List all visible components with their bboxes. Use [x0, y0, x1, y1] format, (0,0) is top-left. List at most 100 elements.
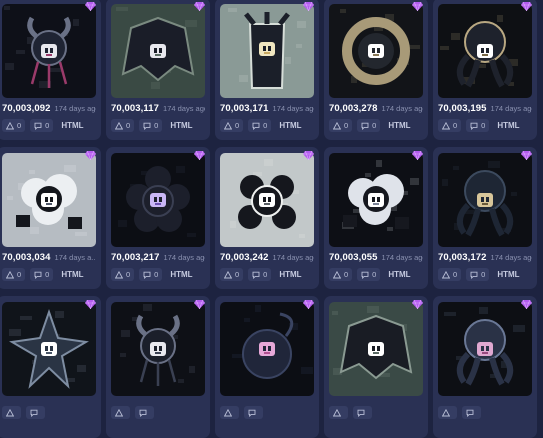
nft-card[interactable]	[433, 296, 537, 438]
nft-card[interactable]: 70,003,034 174 days a... 0 0 HTML	[0, 147, 101, 289]
token-id[interactable]: 70,003,278	[329, 103, 378, 114]
comment-button[interactable]: 0	[139, 119, 163, 132]
comment-icon	[466, 409, 474, 417]
like-count: 0	[453, 121, 458, 130]
comment-button[interactable]	[462, 406, 481, 419]
like-button[interactable]	[329, 406, 348, 419]
comment-button[interactable]: 0	[357, 268, 381, 281]
like-count: 0	[453, 270, 458, 279]
creature-thumbnail[interactable]	[329, 153, 423, 247]
like-icon	[115, 270, 123, 278]
html-link[interactable]: HTML	[276, 270, 304, 279]
card-actions	[2, 406, 96, 419]
like-button[interactable]: 0	[438, 119, 462, 132]
creature-thumbnail[interactable]	[438, 4, 532, 98]
nft-card[interactable]: 70,003,195 174 days ago 0 0 HTML	[433, 0, 537, 140]
creature-thumbnail[interactable]	[220, 153, 314, 247]
nft-card[interactable]	[106, 296, 210, 438]
like-button[interactable]: 0	[220, 119, 244, 132]
creature-thumbnail[interactable]	[220, 4, 314, 98]
comment-button[interactable]: 0	[30, 268, 54, 281]
comment-button[interactable]: 0	[248, 119, 272, 132]
minted-age: 174 days ago	[381, 253, 423, 262]
like-button[interactable]	[438, 406, 457, 419]
html-link[interactable]: HTML	[58, 270, 86, 279]
nft-card[interactable]: 70,003,055 174 days ago 0 0 HTML	[324, 147, 428, 289]
like-button[interactable]: 0	[2, 268, 26, 281]
token-id[interactable]: 70,003,172	[438, 252, 487, 263]
token-id[interactable]: 70,003,171	[220, 103, 269, 114]
comment-icon	[361, 122, 369, 130]
creature-thumbnail[interactable]	[111, 153, 205, 247]
nft-card[interactable]: 70,003,242 174 days ago 0 0 HTML	[215, 147, 319, 289]
comment-button[interactable]	[135, 406, 154, 419]
like-icon	[224, 121, 232, 129]
minted-age: 174 days a...	[54, 253, 96, 262]
html-link[interactable]: HTML	[385, 270, 413, 279]
comment-button[interactable]: 0	[30, 119, 54, 132]
creature-thumbnail[interactable]	[2, 302, 96, 396]
comment-button[interactable]: 0	[466, 268, 490, 281]
creature-image	[111, 4, 205, 98]
comment-count: 0	[154, 270, 159, 279]
html-link[interactable]: HTML	[494, 270, 522, 279]
token-id[interactable]: 70,003,055	[329, 252, 378, 263]
creature-thumbnail[interactable]	[2, 4, 96, 98]
like-button[interactable]	[2, 406, 21, 419]
creature-thumbnail[interactable]	[329, 302, 423, 396]
like-button[interactable]: 0	[220, 268, 244, 281]
creature-image	[220, 153, 314, 247]
html-link[interactable]: HTML	[494, 121, 522, 130]
comment-button[interactable]: 0	[357, 119, 381, 132]
html-link[interactable]: HTML	[276, 121, 304, 130]
nft-card[interactable]: 70,003,278 174 days ago 0 0 HTML	[324, 0, 428, 140]
creature-thumbnail[interactable]	[111, 4, 205, 98]
comment-icon	[470, 122, 478, 130]
html-link[interactable]: HTML	[58, 121, 86, 130]
comment-button[interactable]: 0	[248, 268, 272, 281]
like-button[interactable]	[220, 406, 239, 419]
like-button[interactable]: 0	[329, 119, 353, 132]
like-icon	[442, 270, 450, 278]
token-id[interactable]: 70,003,117	[111, 103, 159, 114]
token-id[interactable]: 70,003,092	[2, 103, 51, 114]
card-actions	[438, 406, 532, 419]
nft-card[interactable]: 70,003,092 174 days ago 0 0 HTML	[0, 0, 101, 140]
html-link[interactable]: HTML	[385, 121, 413, 130]
nft-card[interactable]	[324, 296, 428, 438]
token-id[interactable]: 70,003,242	[220, 252, 269, 263]
creature-thumbnail[interactable]	[438, 153, 532, 247]
nft-card[interactable]: 70,003,171 174 days ago 0 0 HTML	[215, 0, 319, 140]
comment-count: 0	[263, 121, 268, 130]
comment-icon	[34, 271, 42, 279]
creature-thumbnail[interactable]	[2, 153, 96, 247]
html-link[interactable]: HTML	[167, 121, 195, 130]
comment-button[interactable]: 0	[466, 119, 490, 132]
creature-thumbnail[interactable]	[220, 302, 314, 396]
token-id[interactable]: 70,003,034	[2, 252, 51, 263]
comment-button[interactable]: 0	[139, 268, 163, 281]
like-button[interactable]: 0	[111, 268, 135, 281]
like-button[interactable]	[111, 406, 130, 419]
token-id[interactable]: 70,003,195	[438, 103, 487, 114]
creature-thumbnail[interactable]	[438, 302, 532, 396]
like-icon	[224, 408, 232, 416]
comment-button[interactable]	[244, 406, 263, 419]
like-button[interactable]: 0	[111, 119, 135, 132]
nft-card[interactable]	[0, 296, 101, 438]
html-link[interactable]: HTML	[167, 270, 195, 279]
comment-button[interactable]	[26, 406, 45, 419]
creature-thumbnail[interactable]	[111, 302, 205, 396]
token-id[interactable]: 70,003,217	[111, 252, 160, 263]
nft-card[interactable]: 70,003,117 174 days ago 0 0 HTML	[106, 0, 210, 140]
nft-card[interactable]	[215, 296, 319, 438]
creature-thumbnail[interactable]	[329, 4, 423, 98]
nft-card[interactable]: 70,003,172 174 days ago 0 0 HTML	[433, 147, 537, 289]
like-button[interactable]: 0	[2, 119, 26, 132]
like-button[interactable]: 0	[438, 268, 462, 281]
premium-gem-icon	[303, 300, 314, 309]
nft-card[interactable]: 70,003,217 174 days ago 0 0 HTML	[106, 147, 210, 289]
like-icon	[6, 408, 14, 416]
comment-button[interactable]	[353, 406, 372, 419]
like-button[interactable]: 0	[329, 268, 353, 281]
